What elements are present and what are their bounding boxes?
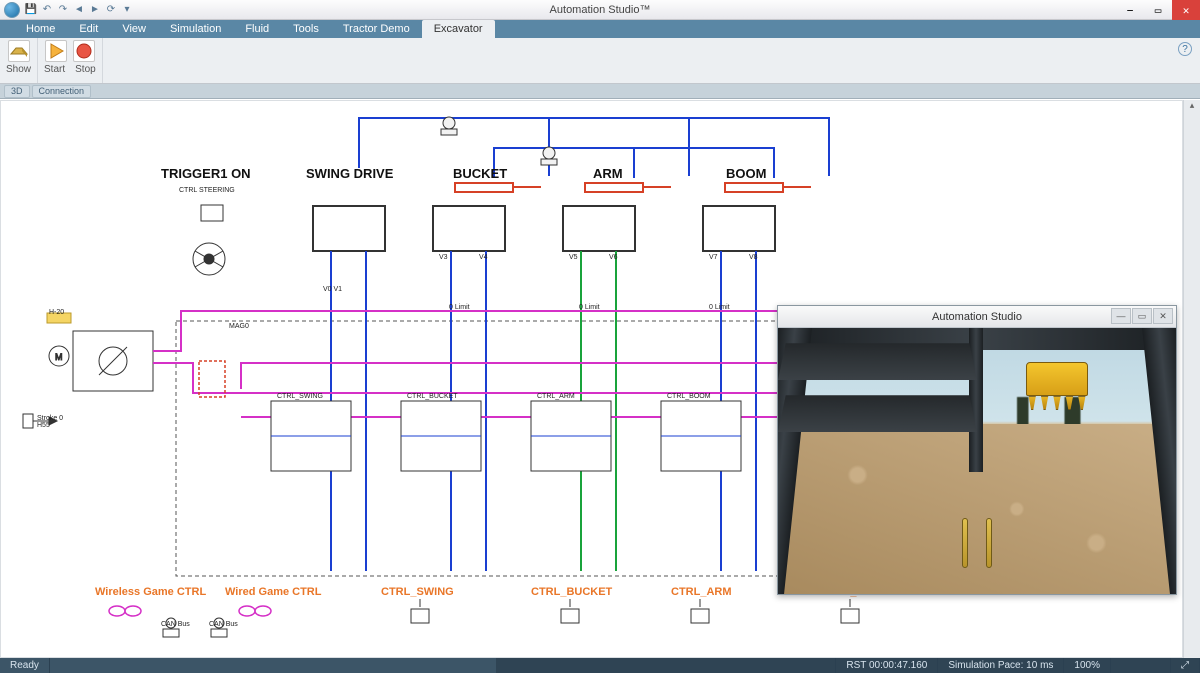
label-v4: V4 xyxy=(479,254,488,261)
panel-title-bar[interactable]: Automation Studio — ▭ ✕ xyxy=(778,306,1176,328)
panel-title: Automation Studio xyxy=(932,311,1022,323)
label-ctrl-arm-small: CTRL_ARM xyxy=(537,393,575,400)
label-ctrl-swing: CTRL_SWING xyxy=(381,586,454,598)
window-maximize-button[interactable] xyxy=(1144,0,1172,20)
status-ready: Ready xyxy=(0,658,50,673)
label-boom: BOOM xyxy=(726,166,766,181)
qat-forward-icon[interactable]: ► xyxy=(88,3,102,17)
subtab-connection[interactable]: Connection xyxy=(32,85,92,98)
label-trigger1: TRIGGER1 ON xyxy=(161,166,251,181)
stop-simulation-button[interactable] xyxy=(73,40,95,62)
app-logo-icon xyxy=(4,2,20,18)
label-mag0: MAG0 xyxy=(229,323,249,330)
control-levers xyxy=(962,518,992,568)
label-h20: H-20 xyxy=(49,309,64,316)
label-ctrl-arm: CTRL_ARM xyxy=(671,586,732,598)
label-v8: V8 xyxy=(749,254,758,261)
menu-edit[interactable]: Edit xyxy=(67,20,110,38)
menu-excavator[interactable]: Excavator xyxy=(422,20,495,38)
start-simulation-button[interactable] xyxy=(45,40,67,62)
label-v7: V7 xyxy=(709,254,718,261)
title-bar: 💾 ↶ ↷ ◄ ► ⟳ ▾ Automation Studio™ xyxy=(0,0,1200,20)
status-progress xyxy=(496,658,836,673)
qat-redo-icon[interactable]: ↷ xyxy=(56,3,70,17)
vertical-scrollbar[interactable]: ▴ xyxy=(1183,100,1200,658)
label-v5: V5 xyxy=(569,254,578,261)
status-bar: Ready RST 00:00:47.160 Simulation Pace: … xyxy=(0,658,1200,673)
label-ctrl-swing-small: CTRL_SWING xyxy=(277,393,323,400)
window-close-button[interactable] xyxy=(1172,0,1200,20)
label-stroke: Stroke 0 H55 xyxy=(37,415,63,429)
window-minimize-button[interactable] xyxy=(1116,0,1144,20)
menu-view[interactable]: View xyxy=(110,20,158,38)
qat-refresh-icon[interactable]: ⟳ xyxy=(104,3,118,17)
excavator-3d-viewport[interactable] xyxy=(778,328,1176,594)
label-swing-drive: SWING DRIVE xyxy=(306,166,393,181)
label-can-bus-2: CAN Bus xyxy=(209,621,238,628)
menu-tools[interactable]: Tools xyxy=(281,20,331,38)
scroll-up-icon[interactable]: ▴ xyxy=(1184,100,1200,117)
panel-close-button[interactable]: ✕ xyxy=(1153,308,1173,324)
label-bucket: BUCKET xyxy=(453,166,507,181)
panel-minimize-button[interactable]: — xyxy=(1111,308,1131,324)
help-icon[interactable]: ? xyxy=(1178,42,1192,56)
label-arm: ARM xyxy=(593,166,623,181)
svg-text:M: M xyxy=(55,352,63,362)
label-ctrl-boom-small: CTRL_BOOM xyxy=(667,393,711,400)
ribbon-show-label: Show xyxy=(6,64,31,75)
workspace: M xyxy=(0,99,1200,658)
qat-undo-icon[interactable]: ↶ xyxy=(40,3,54,17)
status-pace: Simulation Pace: 10 ms xyxy=(938,658,1064,673)
menu-bar: Home Edit View Simulation Fluid Tools Tr… xyxy=(0,20,1200,38)
label-can-bus-1: CAN Bus xyxy=(161,621,190,628)
status-rst: RST 00:00:47.160 xyxy=(836,658,938,673)
panel-maximize-button[interactable]: ▭ xyxy=(1132,308,1152,324)
label-ctrl-steering: CTRL STEERING xyxy=(179,187,235,194)
label-wired-game-ctrl: Wired Game CTRL xyxy=(225,586,321,598)
label-ctrl-bucket-small: CTRL_BUCKET xyxy=(407,393,458,400)
ribbon-group-simulation: Start Stop xyxy=(38,38,103,83)
label-v0v1: V0 V1 xyxy=(323,286,342,293)
status-fit-icon[interactable]: ⤢ xyxy=(1171,658,1200,673)
qat-more-icon[interactable]: ▾ xyxy=(120,3,134,17)
ribbon-stop-label: Stop xyxy=(75,64,96,75)
show-3d-button[interactable] xyxy=(8,40,30,62)
subtab-3d[interactable]: 3D xyxy=(4,85,30,98)
menu-home[interactable]: Home xyxy=(14,20,67,38)
menu-simulation[interactable]: Simulation xyxy=(158,20,233,38)
qat-save-icon[interactable]: 💾 xyxy=(24,3,38,17)
label-wireless-game-ctrl: Wireless Game CTRL xyxy=(95,586,206,598)
label-limit-2: 0 Limit xyxy=(579,304,600,311)
quick-access-toolbar: 💾 ↶ ↷ ◄ ► ⟳ ▾ xyxy=(24,3,134,17)
label-v6: V6 xyxy=(609,254,618,261)
ribbon-start-label: Start xyxy=(44,64,65,75)
simulation-3d-panel[interactable]: Automation Studio — ▭ ✕ xyxy=(777,305,1177,595)
label-v3: V3 xyxy=(439,254,448,261)
menu-tractor-demo[interactable]: Tractor Demo xyxy=(331,20,422,38)
qat-back-icon[interactable]: ◄ xyxy=(72,3,86,17)
label-limit-3: 0 Limit xyxy=(709,304,730,311)
label-ctrl-bucket: CTRL_BUCKET xyxy=(531,586,612,598)
ribbon-group-show: Show xyxy=(0,38,38,83)
status-zoom: 100% xyxy=(1064,658,1111,673)
menu-fluid[interactable]: Fluid xyxy=(233,20,281,38)
ribbon-sub-tabs: 3D Connection xyxy=(0,84,1200,99)
label-limit-1: 0 Limit xyxy=(449,304,470,311)
ribbon: Show Start Stop ? xyxy=(0,38,1200,84)
status-zoom-slider[interactable] xyxy=(1111,658,1171,673)
app-title: Automation Studio™ xyxy=(550,4,651,16)
